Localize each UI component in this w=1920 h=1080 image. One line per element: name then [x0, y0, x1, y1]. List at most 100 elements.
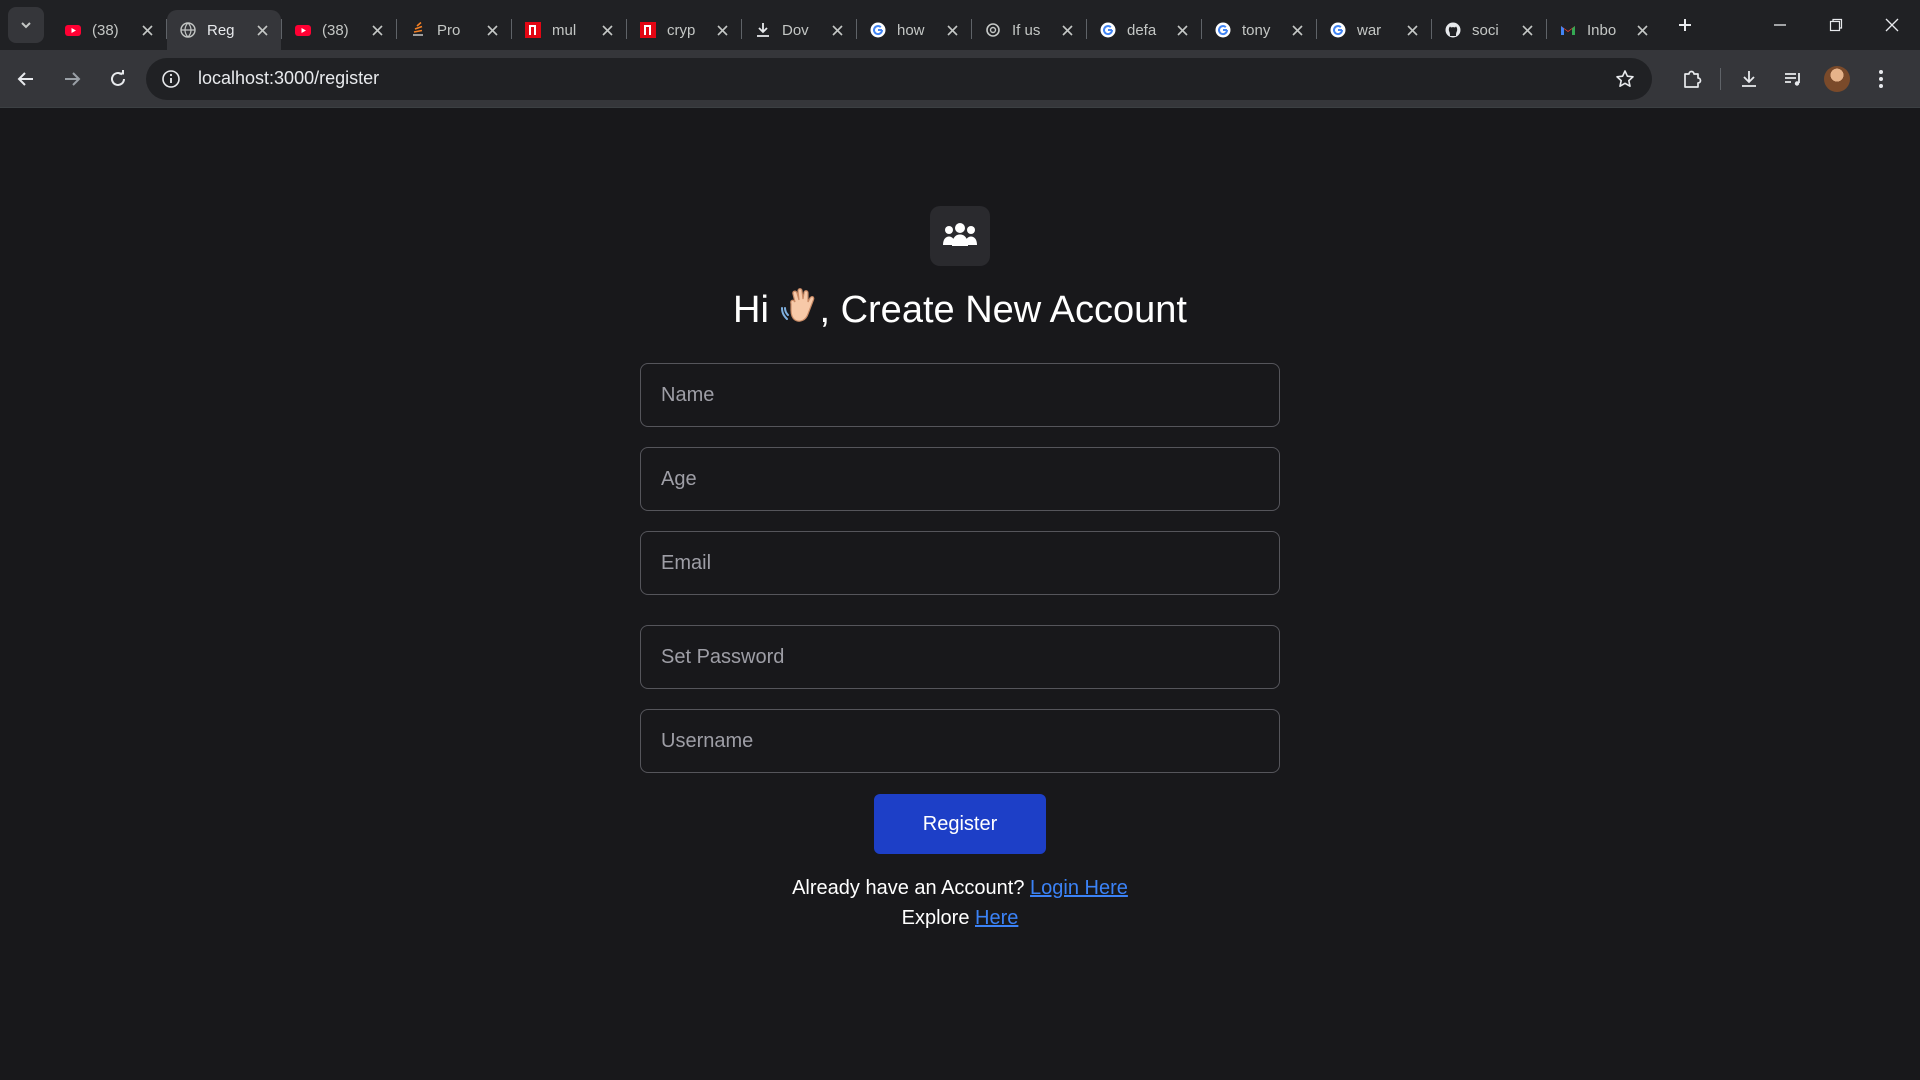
tab-title: If us [1012, 21, 1041, 39]
name-input[interactable] [640, 363, 1280, 427]
tab-title: (38) [92, 21, 119, 39]
tab-close-icon[interactable] [1288, 21, 1306, 39]
login-prompt: Already have an Account? Login Here [0, 877, 1920, 900]
more-vertical-icon [1879, 69, 1883, 88]
explore-link[interactable]: Here [975, 907, 1018, 929]
login-link[interactable]: Login Here [1030, 877, 1128, 899]
close-icon [1885, 18, 1899, 32]
profile-button[interactable] [1815, 59, 1859, 99]
openai-icon [984, 21, 1002, 39]
chevron-down-icon [21, 22, 31, 29]
tab-title: war [1357, 21, 1382, 39]
email-input[interactable] [640, 531, 1280, 595]
url-text: localhost:3000/register [198, 68, 380, 88]
downloads-button[interactable] [1727, 59, 1771, 99]
google-icon [869, 21, 887, 39]
tab-close-icon[interactable] [1173, 21, 1191, 39]
tab[interactable]: how [857, 10, 971, 50]
arrow-left-icon [17, 71, 33, 86]
plus-icon [1679, 19, 1691, 31]
avatar [1824, 65, 1850, 92]
tab-active[interactable]: Reg [167, 10, 281, 50]
tab[interactable]: mul [512, 10, 626, 50]
tab-close-icon[interactable] [138, 21, 156, 39]
download-icon [754, 21, 772, 39]
minimize-button[interactable] [1752, 0, 1808, 50]
close-window-button[interactable] [1864, 0, 1920, 50]
tab[interactable]: (38) [282, 10, 396, 50]
tab-title: cryp [667, 21, 696, 39]
new-tab-button[interactable] [1669, 9, 1701, 41]
tab-close-icon[interactable] [1403, 21, 1421, 39]
tab[interactable]: Pro [397, 10, 511, 50]
register-page: Hi , Create New Account Register Already… [0, 108, 1920, 1080]
tab[interactable]: tony [1202, 10, 1316, 50]
tab-close-icon[interactable] [598, 21, 616, 39]
tab-strip: (38) Reg (38) Pro mul cryp Dov how If us defa tony… [0, 0, 1920, 50]
puzzle-icon [1684, 70, 1702, 88]
reload-button[interactable] [98, 59, 138, 99]
age-input[interactable] [640, 447, 1280, 511]
tab-list: (38) Reg (38) Pro mul cryp Dov how If us defa tony… [52, 0, 1661, 50]
google-icon [1329, 21, 1347, 39]
app-logo [930, 206, 990, 266]
tab[interactable]: Inbo [1547, 10, 1661, 50]
tab-title: tony [1242, 21, 1271, 39]
tab-close-icon[interactable] [943, 21, 961, 39]
address-bar[interactable]: localhost:3000/register [146, 57, 1652, 100]
minimize-icon [1774, 24, 1786, 26]
forward-button[interactable] [52, 59, 92, 99]
media-queue-icon [1785, 72, 1800, 86]
explore-prompt-text: Explore [901, 907, 970, 929]
restore-button[interactable] [1808, 0, 1864, 50]
page-title: Hi , Create New Account [0, 286, 1920, 332]
google-icon [1214, 21, 1232, 39]
download-icon [1742, 70, 1756, 87]
tab-close-icon[interactable] [368, 21, 386, 39]
tab[interactable]: cryp [627, 10, 741, 50]
youtube-icon [294, 21, 312, 39]
github-icon [1444, 21, 1462, 39]
tab-title: defa [1127, 21, 1157, 39]
tab-close-icon[interactable] [828, 21, 846, 39]
tab-close-icon[interactable] [1518, 21, 1536, 39]
back-button[interactable] [6, 59, 46, 99]
media-control-button[interactable] [1771, 59, 1815, 99]
tab[interactable]: (38) [52, 10, 166, 50]
tab-title: how [897, 21, 925, 39]
register-button[interactable]: Register [874, 794, 1046, 854]
menu-button[interactable] [1859, 59, 1903, 99]
tab[interactable]: soci [1432, 10, 1546, 50]
username-input[interactable] [640, 709, 1280, 773]
tab-search-button[interactable] [8, 7, 44, 43]
gmail-icon [1559, 21, 1577, 39]
tab-title: Dov [782, 21, 809, 39]
tab-close-icon[interactable] [1058, 21, 1076, 39]
n-logo-icon [524, 21, 542, 39]
extensions-button[interactable] [1670, 59, 1714, 99]
login-prompt-text: Already have an Account? [792, 877, 1025, 899]
tab[interactable]: If us [972, 10, 1086, 50]
restore-icon [1829, 18, 1843, 32]
tab-title: Inbo [1587, 21, 1617, 39]
google-icon [1099, 21, 1117, 39]
bookmark-star-icon[interactable] [1610, 64, 1640, 94]
tab-close-icon[interactable] [253, 21, 271, 39]
tab-title: (38) [322, 21, 349, 39]
tab[interactable]: defa [1087, 10, 1201, 50]
tab-close-icon[interactable] [483, 21, 501, 39]
waving-hand-icon [781, 288, 815, 322]
tab-title: soci [1472, 21, 1499, 39]
password-input[interactable] [640, 625, 1280, 689]
tab-title: Pro [437, 21, 461, 39]
tab[interactable]: war [1317, 10, 1431, 50]
window-controls [1752, 0, 1920, 50]
info-icon[interactable] [156, 64, 186, 94]
n-logo-icon [639, 21, 657, 39]
tab-close-icon[interactable] [1633, 21, 1651, 39]
title-text: , Create New Account [819, 289, 1187, 331]
tab[interactable]: Dov [742, 10, 856, 50]
stack-icon [409, 21, 427, 39]
tab-close-icon[interactable] [713, 21, 731, 39]
users-group-icon [943, 223, 977, 246]
